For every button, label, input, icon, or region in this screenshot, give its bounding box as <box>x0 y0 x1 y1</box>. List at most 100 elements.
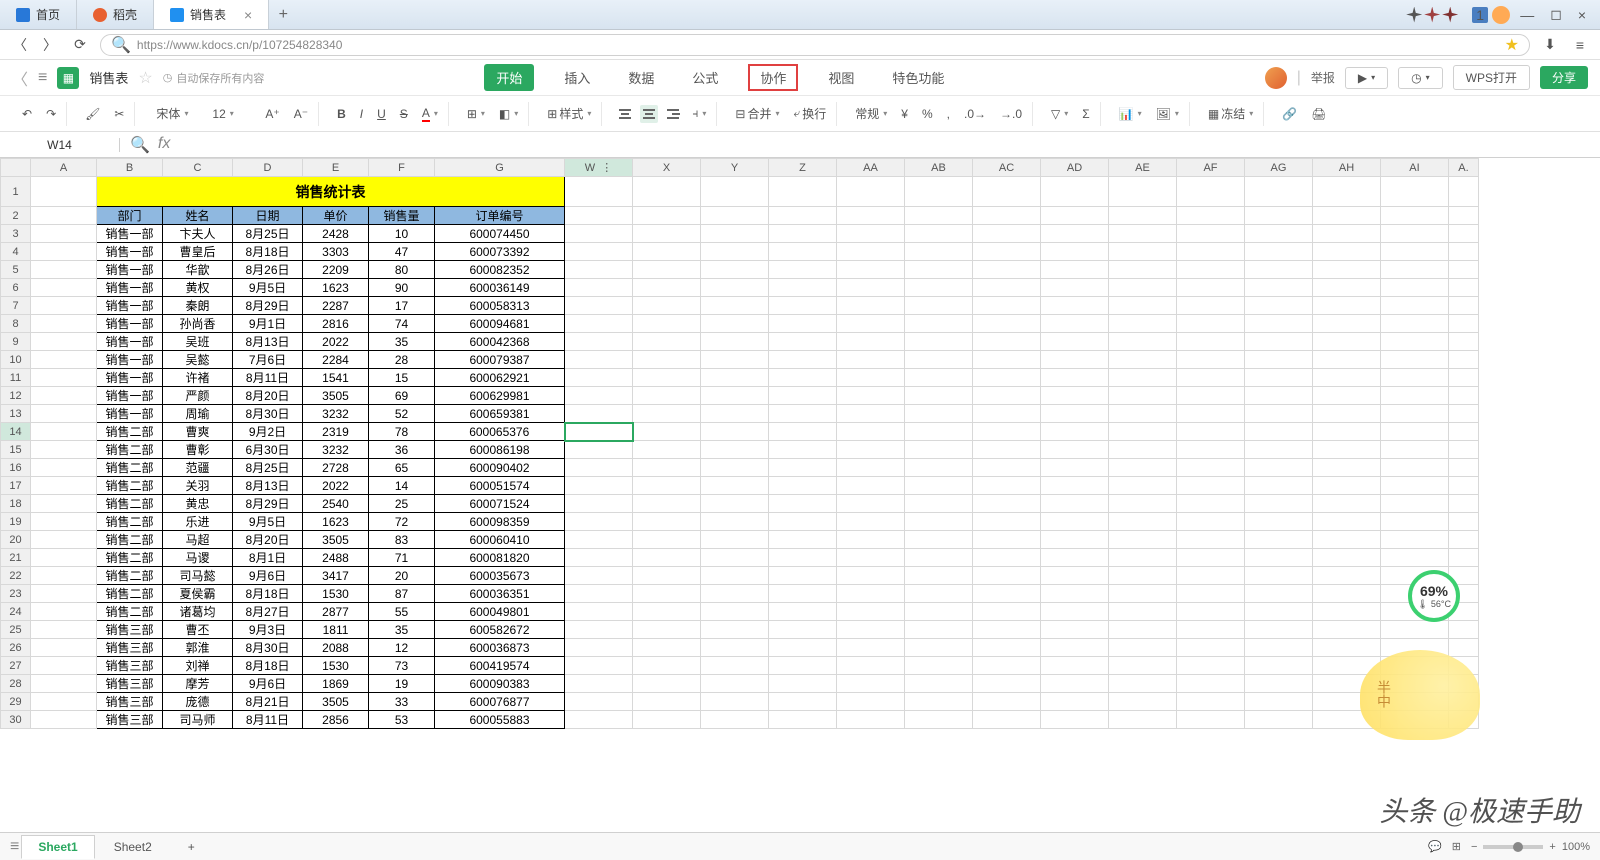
zoom-control[interactable]: − + 100% <box>1471 841 1590 853</box>
data-cell-23-5[interactable]: 600036351 <box>435 585 565 603</box>
data-cell-4-5[interactable]: 600073392 <box>435 243 565 261</box>
underline-button[interactable]: U <box>373 105 390 123</box>
cell-W24[interactable] <box>565 603 633 621</box>
cell-AI19[interactable] <box>1381 513 1449 531</box>
cell-AC24[interactable] <box>973 603 1041 621</box>
data-cell-23-2[interactable]: 8月18日 <box>233 585 303 603</box>
data-cell-13-0[interactable]: 销售一部 <box>97 405 163 423</box>
increase-font-button[interactable]: A⁺ <box>261 105 283 123</box>
data-cell-30-3[interactable]: 2856 <box>303 711 369 729</box>
cell-AA25[interactable] <box>837 621 905 639</box>
cell-X13[interactable] <box>633 405 701 423</box>
data-cell-5-2[interactable]: 8月26日 <box>233 261 303 279</box>
data-cell-17-1[interactable]: 关羽 <box>163 477 233 495</box>
cell-AI25[interactable] <box>1381 621 1449 639</box>
sort-button[interactable]: Σ <box>1078 105 1093 123</box>
data-cell-26-3[interactable]: 2088 <box>303 639 369 657</box>
cell-AH6[interactable] <box>1313 279 1381 297</box>
cell-AD20[interactable] <box>1041 531 1109 549</box>
data-cell-3-5[interactable]: 600074450 <box>435 225 565 243</box>
cell-AE17[interactable] <box>1109 477 1177 495</box>
cell-Z17[interactable] <box>769 477 837 495</box>
cell-AG6[interactable] <box>1245 279 1313 297</box>
cell-Y12[interactable] <box>701 387 769 405</box>
italic-button[interactable]: I <box>356 105 367 123</box>
cell-AB11[interactable] <box>905 369 973 387</box>
cell-AA6[interactable] <box>837 279 905 297</box>
cell-AB5[interactable] <box>905 261 973 279</box>
col-header-AF[interactable]: AF <box>1177 159 1245 177</box>
cell-AB20[interactable] <box>905 531 973 549</box>
cell-AF12[interactable] <box>1177 387 1245 405</box>
cell-X9[interactable] <box>633 333 701 351</box>
refresh-button[interactable]: ⟳ <box>70 35 90 55</box>
data-cell-18-4[interactable]: 25 <box>369 495 435 513</box>
cell-AG16[interactable] <box>1245 459 1313 477</box>
cell-A.9[interactable] <box>1449 333 1479 351</box>
cell-AB25[interactable] <box>905 621 973 639</box>
cell-AG12[interactable] <box>1245 387 1313 405</box>
zoom-out-button[interactable]: − <box>1471 841 1477 853</box>
data-cell-18-1[interactable]: 黄忠 <box>163 495 233 513</box>
cell-X18[interactable] <box>633 495 701 513</box>
data-cell-17-3[interactable]: 2022 <box>303 477 369 495</box>
row-header-19[interactable]: 19 <box>1 513 31 531</box>
cell-AH15[interactable] <box>1313 441 1381 459</box>
cell-Y22[interactable] <box>701 567 769 585</box>
cell-name-box[interactable]: W14 <box>0 138 120 152</box>
data-cell-10-5[interactable]: 600079387 <box>435 351 565 369</box>
row-header-17[interactable]: 17 <box>1 477 31 495</box>
data-cell-18-2[interactable]: 8月29日 <box>233 495 303 513</box>
notification-badge[interactable]: 1 <box>1472 7 1488 23</box>
data-cell-8-0[interactable]: 销售一部 <box>97 315 163 333</box>
data-cell-21-0[interactable]: 销售二部 <box>97 549 163 567</box>
cell-Y19[interactable] <box>701 513 769 531</box>
cell-AC9[interactable] <box>973 333 1041 351</box>
maximize-button[interactable]: ◻ <box>1544 6 1568 23</box>
cell-AI10[interactable] <box>1381 351 1449 369</box>
cell-AI15[interactable] <box>1381 441 1449 459</box>
percent-button[interactable]: % <box>918 105 937 123</box>
cell-AG19[interactable] <box>1245 513 1313 531</box>
cell-AD6[interactable] <box>1041 279 1109 297</box>
cell-X4[interactable] <box>633 243 701 261</box>
data-cell-25-1[interactable]: 曹丕 <box>163 621 233 639</box>
cell-W5[interactable] <box>565 261 633 279</box>
cell-A.4[interactable] <box>1449 243 1479 261</box>
cell-A12[interactable] <box>31 387 97 405</box>
cell-Y28[interactable] <box>701 675 769 693</box>
data-cell-13-4[interactable]: 52 <box>369 405 435 423</box>
cell-A30[interactable] <box>31 711 97 729</box>
cell-A.18[interactable] <box>1449 495 1479 513</box>
data-cell-16-0[interactable]: 销售二部 <box>97 459 163 477</box>
cell-A14[interactable] <box>31 423 97 441</box>
cell-Z26[interactable] <box>769 639 837 657</box>
star-icon[interactable]: ★ <box>1505 35 1519 55</box>
data-cell-27-4[interactable]: 73 <box>369 657 435 675</box>
data-cell-22-1[interactable]: 司马懿 <box>163 567 233 585</box>
title-cell[interactable]: 销售统计表 <box>97 177 565 207</box>
user-avatar[interactable] <box>1265 67 1287 89</box>
merge-button[interactable]: ⊟ 合并 <box>731 103 783 124</box>
cell-AC28[interactable] <box>973 675 1041 693</box>
cell-AF27[interactable] <box>1177 657 1245 675</box>
row-header-26[interactable]: 26 <box>1 639 31 657</box>
data-cell-25-3[interactable]: 1811 <box>303 621 369 639</box>
data-cell-21-5[interactable]: 600081820 <box>435 549 565 567</box>
col-header-Y[interactable]: Y <box>701 159 769 177</box>
url-input[interactable] <box>137 38 1499 52</box>
cell-A6[interactable] <box>31 279 97 297</box>
cell-AI5[interactable] <box>1381 261 1449 279</box>
cell-AE14[interactable] <box>1109 423 1177 441</box>
data-cell-3-1[interactable]: 卞夫人 <box>163 225 233 243</box>
data-cell-25-2[interactable]: 9月3日 <box>233 621 303 639</box>
cell-W3[interactable] <box>565 225 633 243</box>
cell-AD13[interactable] <box>1041 405 1109 423</box>
header-cell-3[interactable]: 单价 <box>303 207 369 225</box>
cell-AD14[interactable] <box>1041 423 1109 441</box>
cell-AC20[interactable] <box>973 531 1041 549</box>
cell-AE10[interactable] <box>1109 351 1177 369</box>
cell-A21[interactable] <box>31 549 97 567</box>
cell-AD4[interactable] <box>1041 243 1109 261</box>
dec-dec-button[interactable]: →.0 <box>996 105 1026 123</box>
